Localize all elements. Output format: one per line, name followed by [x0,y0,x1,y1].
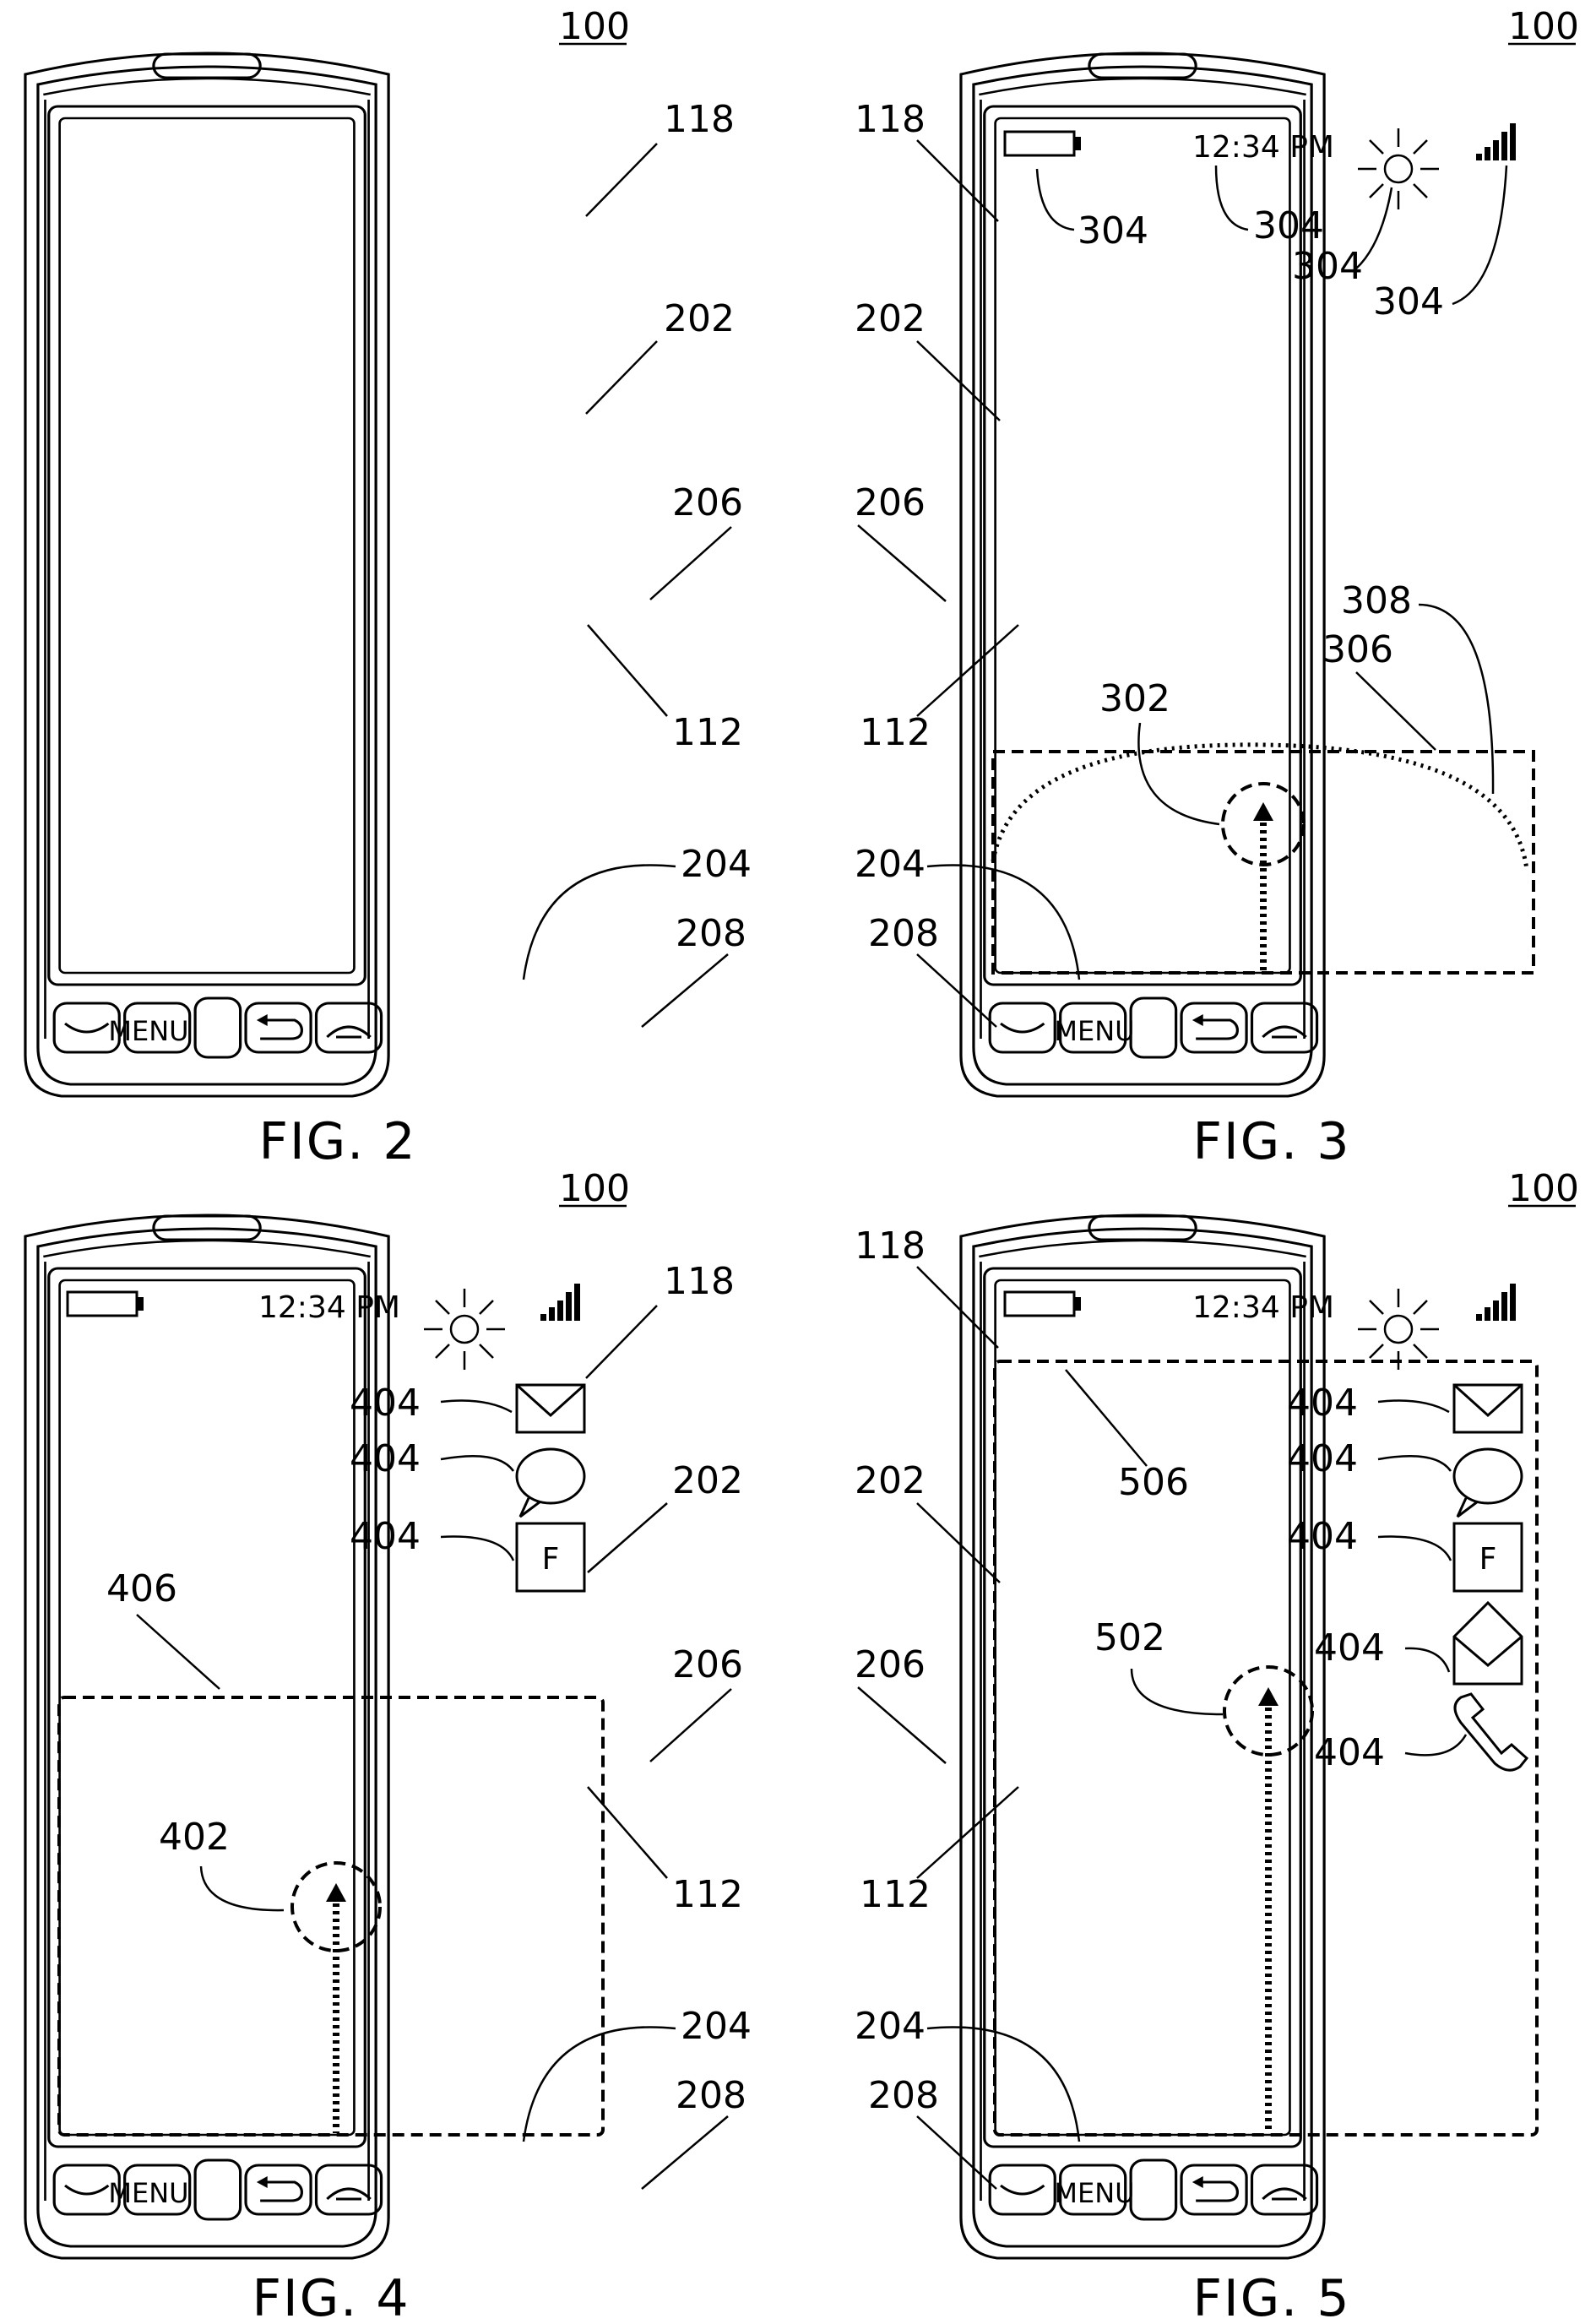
battery-icon [68,1292,144,1316]
figure-5: 100 MENU 12:34 PM [855,1167,1579,2324]
ref-404: 404 [350,1382,421,1425]
figure-caption: FIG. 5 [1192,2269,1350,2324]
ref-208: 208 [868,912,939,955]
ref-204: 204 [681,2005,752,2048]
ref-206: 206 [855,1643,926,1686]
ref-304: 304 [1253,204,1324,247]
sun-icon [1358,128,1439,209]
menu-button-label: MENU [108,2177,188,2209]
ref-206: 206 [672,1643,743,1686]
ref-304: 304 [1078,209,1148,252]
ref-306: 306 [1322,628,1393,671]
device-ref-100: 100 [1508,5,1579,48]
figure-caption: FIG. 2 [258,1112,416,1171]
speech-bubble-icon [1454,1449,1522,1517]
ref-118: 118 [855,1224,926,1268]
figure-3: 100 MENU 12:34 PM 118 304 304 [855,5,1579,1171]
ref-302: 302 [1099,677,1170,720]
ref-404: 404 [1287,1515,1358,1558]
figure-2: 100 MENU 118 202 206 112 204 208 FIG. 2 [25,5,752,1171]
menu-button-label: MENU [108,1015,188,1047]
ref-404: 404 [1314,1626,1385,1670]
arc-308 [993,745,1527,870]
envelope-icon [517,1385,584,1432]
ref-112: 112 [672,711,743,754]
figure-4: 100 MENU 12:34 PM [25,1167,752,2324]
ref-404: 404 [350,1515,421,1558]
ref-304: 304 [1292,245,1363,288]
ref-204: 204 [681,843,752,886]
menu-button-label: MENU [1054,2177,1134,2209]
touch-region-406 [59,1697,603,2135]
device-ref-100: 100 [1508,1167,1579,1210]
envelope-icon [1454,1385,1522,1432]
ref-112: 112 [860,1873,931,1916]
ref-118: 118 [664,98,735,141]
device-ref-100: 100 [559,1167,630,1210]
ref-404: 404 [1287,1382,1358,1425]
ref-118: 118 [855,98,926,141]
open-envelope-icon [1454,1603,1522,1684]
signal-icon [1476,123,1516,160]
ref-502: 502 [1094,1616,1165,1659]
ref-208: 208 [676,2074,746,2117]
ref-112: 112 [860,711,931,754]
signal-icon [540,1284,580,1321]
ref-206: 206 [855,481,926,524]
ref-202: 202 [855,1459,926,1502]
ref-112: 112 [672,1873,743,1916]
menu-button-label: MENU [1054,1015,1134,1047]
ref-406: 406 [106,1567,177,1610]
battery-icon [1005,1292,1081,1316]
facebook-icon: F [517,1523,584,1591]
ref-404: 404 [350,1437,421,1480]
ref-208: 208 [676,912,746,955]
status-time: 12:34 PM [1192,130,1334,165]
battery-icon [1005,132,1081,155]
status-time: 12:34 PM [1192,1290,1334,1325]
ref-404: 404 [1314,1731,1385,1774]
ref-202: 202 [855,297,926,340]
sun-icon [1358,1289,1439,1370]
ref-506: 506 [1118,1461,1189,1504]
sun-icon [424,1289,505,1370]
ref-202: 202 [664,297,735,340]
ref-402: 402 [159,1816,230,1859]
ref-118: 118 [664,1260,735,1303]
ref-208: 208 [868,2074,939,2117]
signal-icon [1476,1284,1516,1321]
ref-308: 308 [1341,579,1412,622]
figure-caption: FIG. 4 [252,2269,410,2324]
status-time: 12:34 PM [258,1290,400,1325]
speech-bubble-icon [517,1449,584,1517]
ref-404: 404 [1287,1437,1358,1480]
patent-figures-sheet: 100 MENU 118 202 206 112 204 208 FIG. 2 … [0,0,1596,2324]
facebook-icon: F [1454,1523,1522,1591]
device-ref-100: 100 [559,5,630,48]
svg-text:F: F [1479,1542,1497,1577]
ref-202: 202 [672,1459,743,1502]
svg-text:F: F [542,1542,560,1577]
ref-304: 304 [1373,280,1444,323]
phone-handset-icon [1455,1694,1527,1770]
ref-204: 204 [855,2005,926,2048]
figure-caption: FIG. 3 [1192,1112,1350,1171]
ref-206: 206 [672,481,743,524]
ref-204: 204 [855,843,926,886]
